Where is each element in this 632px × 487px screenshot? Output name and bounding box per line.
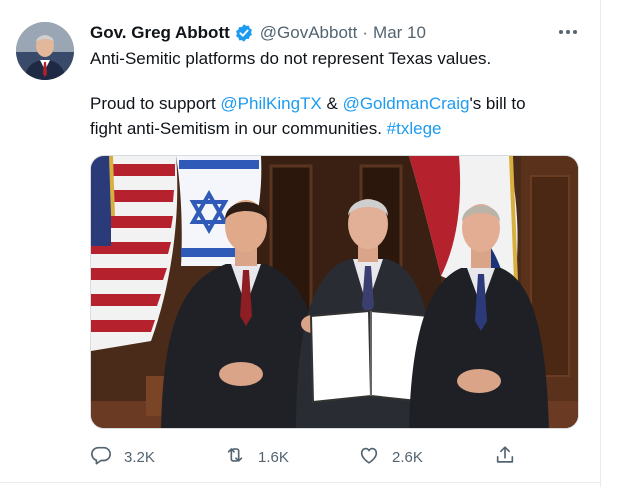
text-segment: Proud to support (90, 94, 221, 113)
text-segment: fight anti-Semitism in our communities. (90, 119, 387, 138)
like-button[interactable]: 2.6K (358, 442, 423, 472)
tweet-actions: 3.2K 1.6K 2.6K (90, 442, 520, 472)
separator-dot: · (362, 23, 369, 42)
author-name[interactable]: Gov. Greg Abbott (90, 23, 230, 43)
hashtag-txlege[interactable]: #txlege (387, 119, 442, 138)
reply-button[interactable]: 3.2K (90, 442, 155, 472)
reply-count: 3.2K (124, 448, 155, 466)
retweet-button[interactable]: 1.6K (224, 442, 289, 472)
mention-philkingtx[interactable]: @PhilKingTX (220, 94, 321, 113)
tweet-header: Gov. Greg Abbott @GovAbbott · Mar 10 (90, 22, 426, 44)
like-icon (358, 444, 380, 470)
tweet-text-line-1: Anti-Semitic platforms do not represent … (90, 49, 492, 68)
share-button[interactable] (494, 442, 516, 472)
tweet-text-line-3: fight anti-Semitism in our communities. … (90, 116, 590, 141)
avatar[interactable] (16, 22, 74, 80)
text-segment: 's bill to (469, 94, 526, 113)
author-handle[interactable]: @GovAbbott (260, 23, 358, 43)
tweet-divider (0, 482, 600, 483)
like-count: 2.6K (392, 448, 423, 466)
timeline-border (600, 0, 601, 487)
tweet-text: Anti-Semitic platforms do not represent … (90, 46, 590, 141)
tweet-photo[interactable] (90, 155, 579, 429)
more-icon[interactable] (555, 20, 581, 44)
retweet-count: 1.6K (258, 448, 289, 466)
tweet-text-line-2: Proud to support @PhilKingTX & @GoldmanC… (90, 91, 590, 116)
reply-icon (90, 444, 112, 470)
text-segment: & (321, 94, 343, 113)
verified-badge-icon (234, 23, 254, 43)
tweet-date[interactable]: Mar 10 (373, 23, 426, 43)
share-icon (494, 444, 516, 470)
retweet-icon (224, 444, 246, 470)
mention-goldmancraig[interactable]: @GoldmanCraig (343, 94, 470, 113)
